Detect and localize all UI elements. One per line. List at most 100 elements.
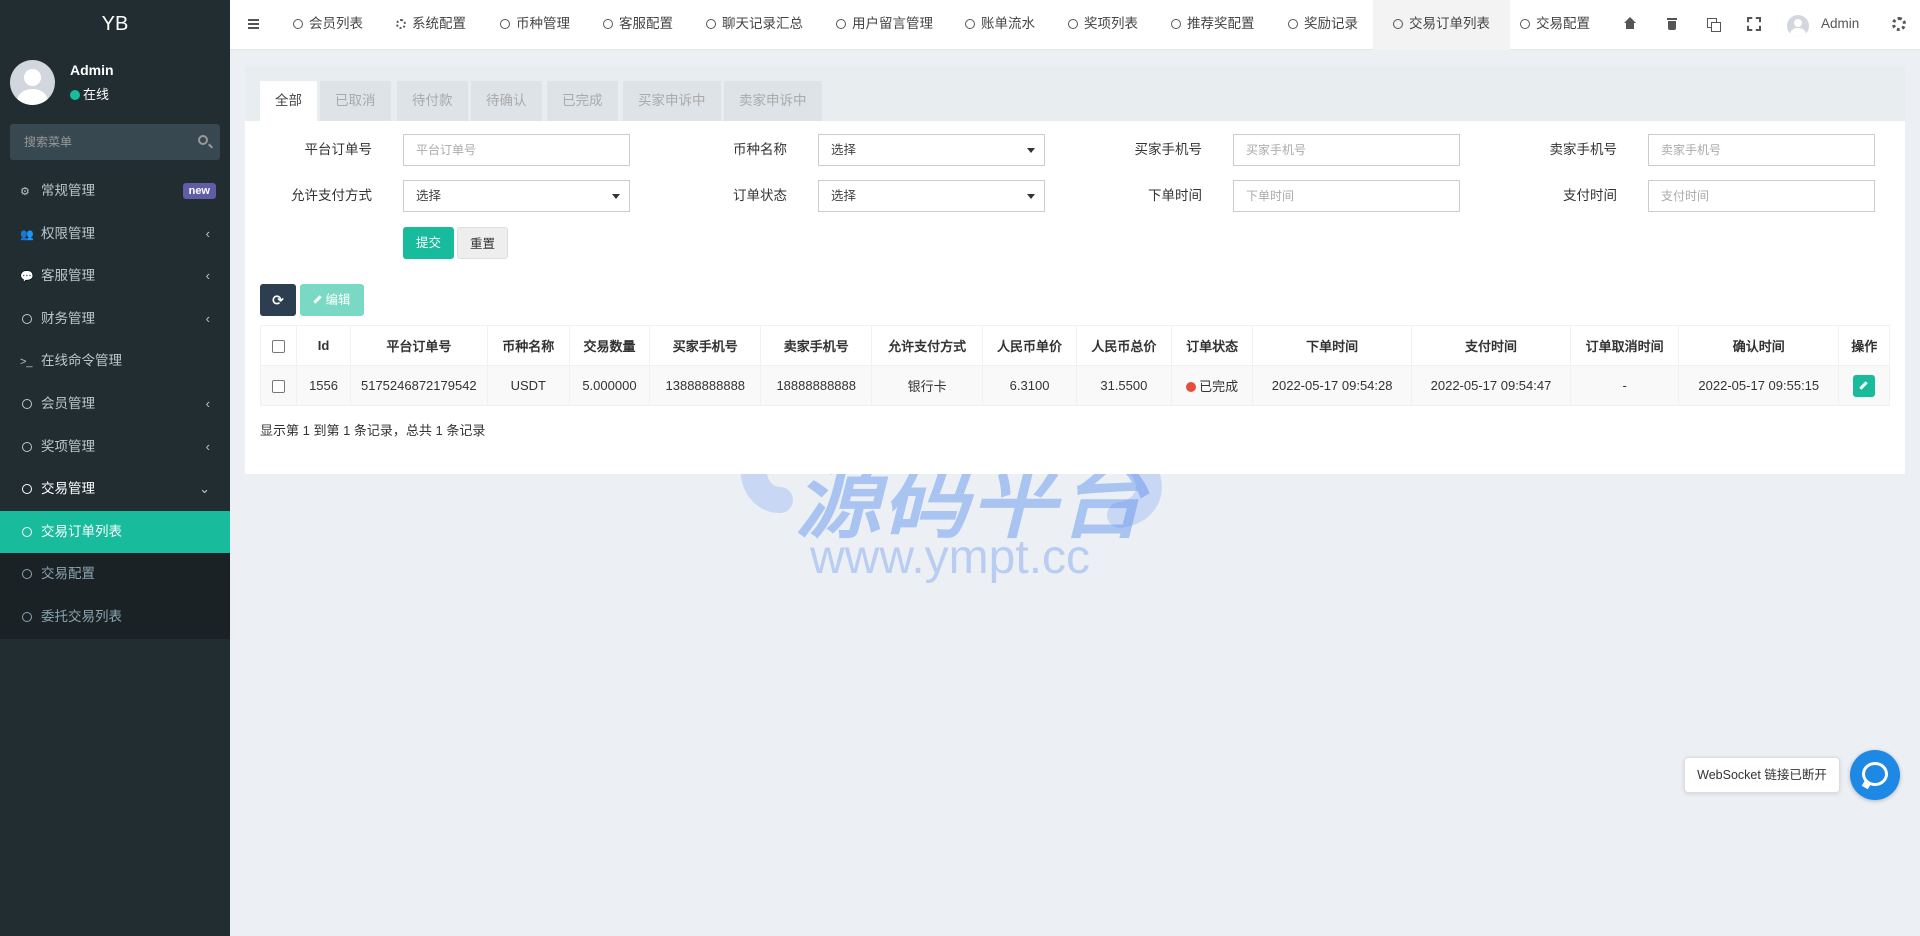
- coin-name-select[interactable]: 选择: [818, 134, 1045, 166]
- tab-coin-management[interactable]: 币种管理: [500, 0, 570, 50]
- column-header[interactable]: 订单状态: [1170, 325, 1254, 366]
- status-tab-cancelled[interactable]: 已取消: [320, 81, 391, 121]
- status-tab-pending-payment[interactable]: 待付款: [397, 81, 468, 121]
- seller-phone-input[interactable]: [1648, 134, 1875, 166]
- seller-phone-label: 卖家手机号: [1549, 142, 1618, 157]
- user-name: Admin: [70, 62, 114, 78]
- column-header[interactable]: 交易数量: [568, 325, 651, 366]
- column-header[interactable]: 人民币单价: [982, 325, 1077, 366]
- order-status-select[interactable]: 选择: [818, 180, 1045, 212]
- search-icon[interactable]: [198, 135, 208, 145]
- order-no-input[interactable]: [403, 134, 630, 166]
- column-header[interactable]: 下单时间: [1252, 325, 1412, 366]
- sidebar-item-finance[interactable]: 财务管理 ‹: [0, 298, 230, 341]
- tab-member-list[interactable]: 会员列表: [293, 0, 363, 50]
- refresh-button[interactable]: ⟳: [260, 284, 296, 316]
- column-header[interactable]: 买家手机号: [649, 325, 762, 366]
- tab-bill-flow[interactable]: 账单流水: [965, 0, 1035, 50]
- pay-time-input[interactable]: [1648, 180, 1875, 212]
- fullscreen-icon[interactable]: [1747, 17, 1761, 31]
- column-header[interactable]: Id: [296, 325, 351, 366]
- column-header[interactable]: 平台订单号: [349, 325, 488, 366]
- sidebar-item-awards[interactable]: 奖项管理 ‹: [0, 426, 230, 469]
- cell-actions: [1838, 365, 1890, 406]
- sidebar-search-input[interactable]: [10, 124, 220, 160]
- settings-icon[interactable]: [1892, 17, 1906, 31]
- sidebar-item-general[interactable]: ⚙ 常规管理 new: [0, 170, 230, 213]
- chevron-left-icon: ‹: [205, 225, 210, 241]
- admin-avatar[interactable]: [1787, 15, 1809, 37]
- circle-icon: [22, 441, 32, 452]
- home-icon[interactable]: [1623, 17, 1637, 31]
- sidebar-item-command[interactable]: >_ 在线命令管理: [0, 340, 230, 383]
- status-tab-pending-confirm[interactable]: 待确认: [471, 81, 542, 121]
- sidebar-item-permission[interactable]: 👥 权限管理 ‹: [0, 213, 230, 256]
- tab-referral-config[interactable]: 推荐奖配置: [1171, 0, 1255, 50]
- coin-name-label: 币种名称: [733, 142, 787, 157]
- column-header[interactable]: 支付时间: [1410, 325, 1572, 366]
- reset-button[interactable]: 重置: [457, 227, 508, 259]
- column-header[interactable]: 订单取消时间: [1570, 325, 1680, 366]
- column-header[interactable]: 确认时间: [1678, 325, 1840, 366]
- column-header[interactable]: 卖家手机号: [760, 325, 873, 366]
- logo[interactable]: YB: [0, 0, 230, 50]
- language-icon[interactable]: [1706, 17, 1721, 32]
- submit-button[interactable]: 提交: [403, 227, 454, 259]
- sidebar-item-label: 奖项管理: [41, 438, 95, 454]
- tab-trade-orders[interactable]: 交易订单列表: [1373, 0, 1510, 50]
- sidebar-subitem-trade-config[interactable]: 交易配置: [0, 553, 230, 596]
- tab-service-config[interactable]: 客服配置: [603, 0, 673, 50]
- sidebar-item-members[interactable]: 会员管理 ‹: [0, 383, 230, 426]
- pagination-summary: 显示第 1 到第 1 条记录，总共 1 条记录: [260, 423, 486, 438]
- gear-icon: [396, 19, 406, 29]
- table-header-row: Id 平台订单号 币种名称 交易数量 买家手机号 卖家手机号 允许支付方式 人民…: [259, 325, 1890, 366]
- table-row[interactable]: 1556 5175246872179542 USDT 5.000000 1388…: [259, 365, 1890, 406]
- payment-method-select[interactable]: 选择: [403, 180, 630, 212]
- sidebar-item-service[interactable]: 💬 客服管理 ‹: [0, 255, 230, 298]
- tab-reward-records[interactable]: 奖励记录: [1288, 0, 1358, 50]
- menu-toggle-icon[interactable]: [247, 17, 261, 31]
- sidebar-item-trade[interactable]: 交易管理 ⌄: [0, 468, 230, 511]
- status-text: 已完成: [1199, 379, 1239, 394]
- watermark-url: www.ympt.cc: [810, 531, 1091, 584]
- select-all-checkbox[interactable]: [272, 340, 286, 354]
- trash-icon[interactable]: [1665, 17, 1679, 31]
- sidebar-subitem-trade-orders[interactable]: 交易订单列表: [0, 510, 230, 554]
- circle-icon: [500, 19, 510, 29]
- refresh-icon: ⟳: [272, 292, 284, 308]
- cell-unit-price: 6.3100: [982, 365, 1077, 406]
- cell-coin: USDT: [486, 365, 570, 406]
- tab-system-config[interactable]: 系统配置: [396, 0, 466, 50]
- sidebar-subitem-entrust-list[interactable]: 委托交易列表: [0, 595, 230, 639]
- chat-bubble-icon[interactable]: [1850, 750, 1900, 800]
- row-checkbox[interactable]: [272, 380, 286, 394]
- circle-icon: [1520, 19, 1530, 29]
- tab-label: 聊天记录汇总: [722, 16, 803, 31]
- caret-down-icon: [1027, 148, 1035, 153]
- sidebar-item-label: 交易管理: [41, 481, 95, 497]
- edit-button[interactable]: 编辑: [300, 284, 364, 316]
- status-tab-completed[interactable]: 已完成: [547, 81, 618, 121]
- column-header[interactable]: 允许支付方式: [871, 325, 984, 366]
- tab-user-messages[interactable]: 用户留言管理: [836, 0, 933, 50]
- status-tab-all[interactable]: 全部: [260, 81, 317, 121]
- status-tab-buyer-appeal[interactable]: 买家申诉中: [623, 81, 721, 121]
- circle-icon: [603, 19, 613, 29]
- tab-label: 奖励记录: [1304, 16, 1358, 31]
- buyer-phone-label: 买家手机号: [1134, 142, 1203, 157]
- tab-chat-summary[interactable]: 聊天记录汇总: [706, 0, 803, 50]
- circle-icon: [836, 19, 846, 29]
- column-header[interactable]: 人民币总价: [1075, 325, 1172, 366]
- row-edit-button[interactable]: [1853, 374, 1876, 397]
- users-icon: 👥: [20, 228, 34, 241]
- column-header[interactable]: 币种名称: [486, 325, 570, 366]
- tab-award-list[interactable]: 奖项列表: [1068, 0, 1138, 50]
- orders-table: Id 平台订单号 币种名称 交易数量 买家手机号 卖家手机号 允许支付方式 人民…: [259, 325, 1890, 406]
- cell-buyer-phone: 13888888888: [649, 365, 762, 406]
- buyer-phone-input[interactable]: [1233, 134, 1460, 166]
- status-tab-seller-appeal[interactable]: 卖家申诉中: [724, 81, 822, 121]
- tab-trade-config[interactable]: 交易配置: [1520, 0, 1590, 50]
- admin-name[interactable]: Admin: [1821, 0, 1859, 48]
- order-time-input[interactable]: [1233, 180, 1460, 212]
- cell-seller-phone: 18888888888: [760, 365, 873, 406]
